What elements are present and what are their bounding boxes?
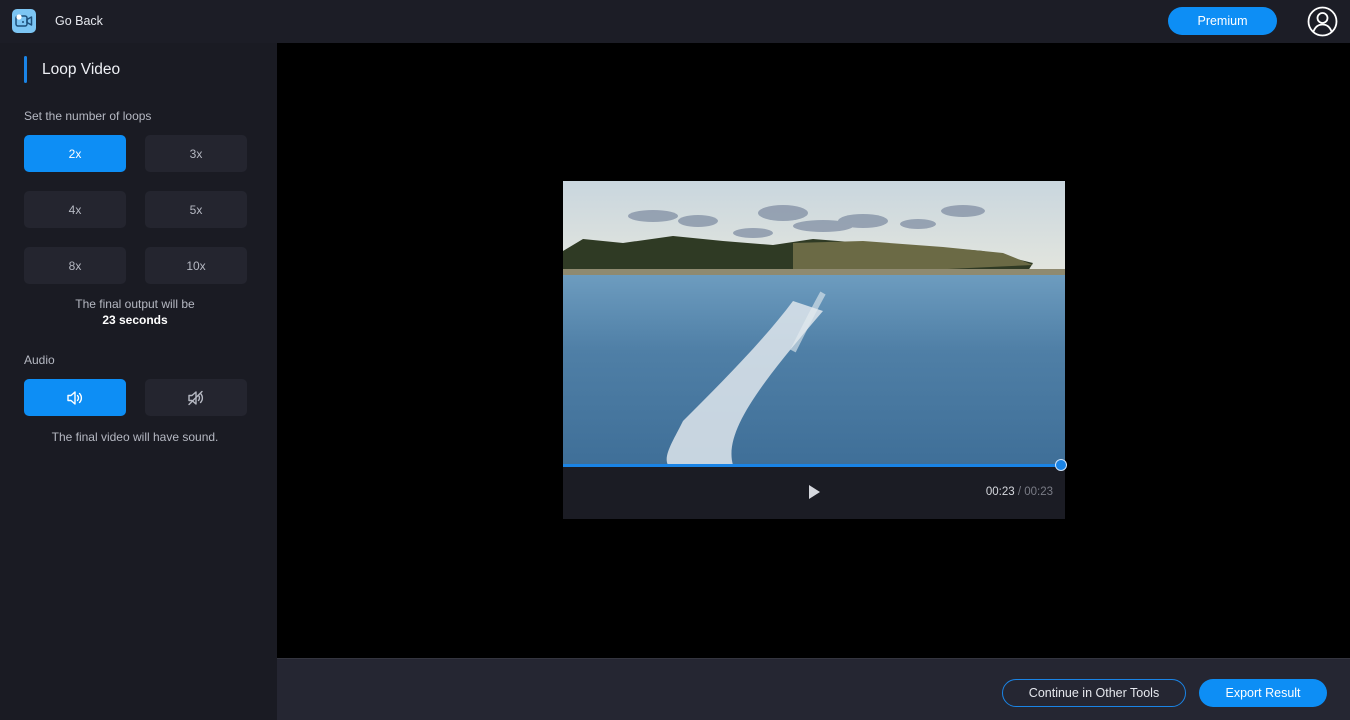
bottom-action-bar: Continue in Other Tools Export Result [277,658,1350,720]
output-duration-value: 23 seconds [102,313,168,327]
playback-time: 00:23 / 00:23 [986,486,1053,498]
loops-label: Set the number of loops [24,109,152,123]
video-progress-handle[interactable] [1055,459,1067,471]
premium-button[interactable]: Premium [1168,7,1277,35]
go-back-link[interactable]: Go Back [55,14,103,28]
top-bar: Go Back Premium [0,0,1350,43]
audio-on-button[interactable] [24,379,126,416]
user-avatar-icon[interactable] [1307,6,1338,37]
export-result-button[interactable]: Export Result [1199,679,1327,707]
speaker-on-icon [67,390,83,405]
video-player: 00:23 / 00:23 [563,181,1067,519]
app-logo-icon[interactable] [12,9,36,33]
preview-area: 00:23 / 00:23 [277,43,1350,658]
audio-options [24,379,247,416]
loop-options: 2x 3x 4x 5x 8x 10x [24,135,247,284]
loop-option-3x[interactable]: 3x [145,135,247,172]
settings-sidebar: Loop Video Set the number of loops 2x 3x… [0,43,277,720]
play-button[interactable] [805,483,823,501]
audio-mute-button[interactable] [145,379,247,416]
continue-in-other-tools-button[interactable]: Continue in Other Tools [1002,679,1186,707]
output-duration-info: The final output will be 23 seconds [0,296,270,328]
total-time: 00:23 [1024,486,1053,498]
play-icon [809,485,820,499]
loop-option-10x[interactable]: 10x [145,247,247,284]
speaker-muted-icon [188,390,204,405]
video-progress-bar[interactable] [563,459,1067,471]
loop-option-8x[interactable]: 8x [24,247,126,284]
video-progress-fill [563,464,1065,467]
loop-option-2x[interactable]: 2x [24,135,126,172]
audio-label: Audio [24,353,55,367]
video-frame[interactable] [563,181,1065,465]
time-separator: / [1014,486,1025,498]
beach-video-thumbnail [563,181,1065,465]
section-title: Loop Video [42,61,121,78]
output-duration-prefix: The final output will be [75,297,195,311]
loop-option-4x[interactable]: 4x [24,191,126,228]
audio-info: The final video will have sound. [51,430,219,444]
current-time: 00:23 [985,486,1015,498]
section-accent-bar [24,56,27,83]
loop-option-5x[interactable]: 5x [145,191,247,228]
video-camera-icon [15,14,33,27]
